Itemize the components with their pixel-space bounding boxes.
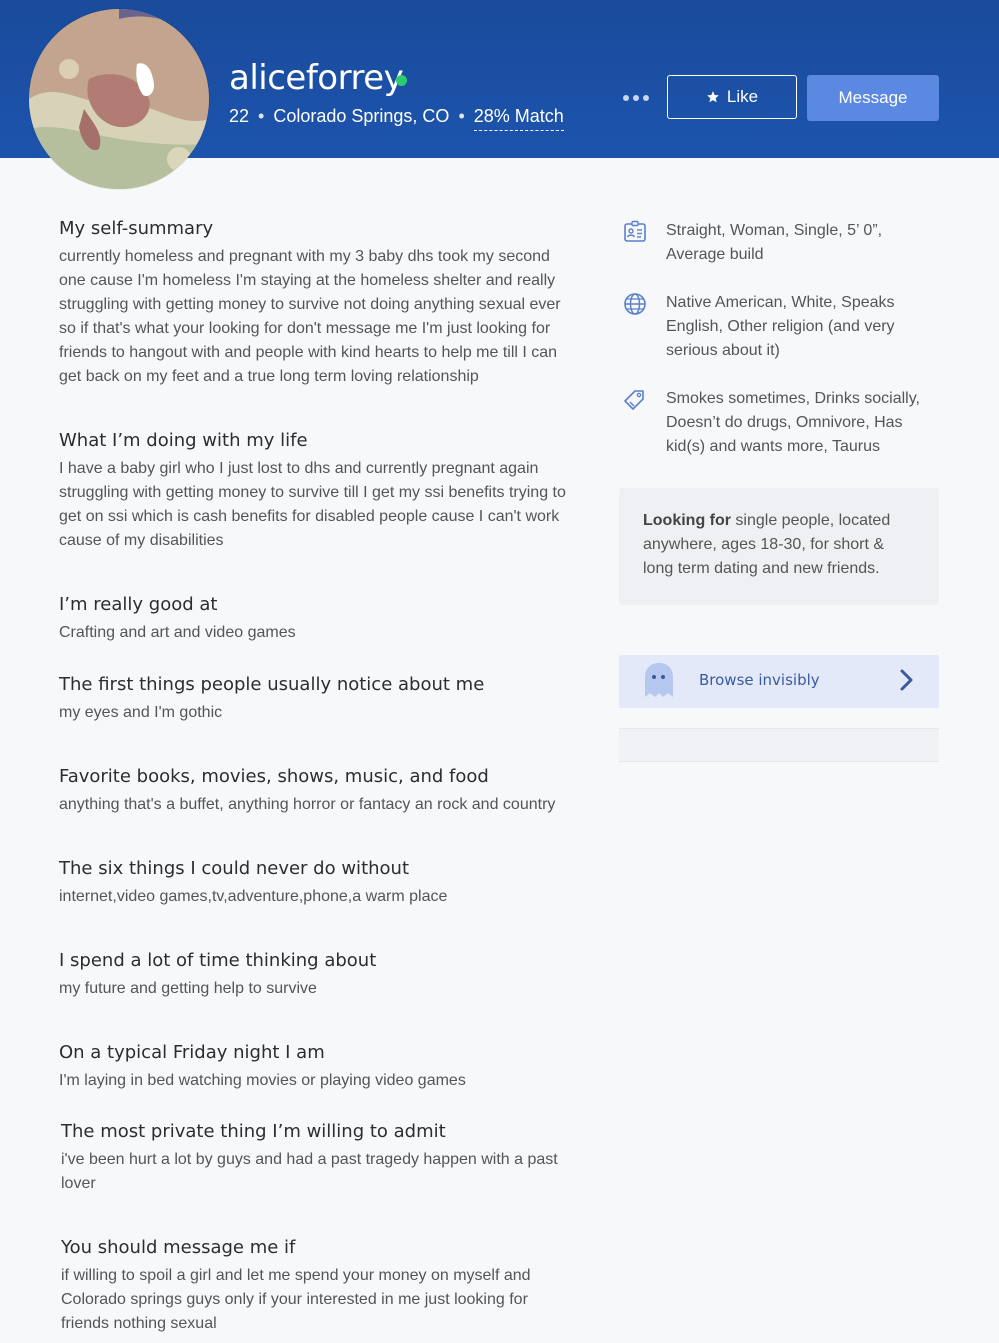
essay-body: I'm laying in bed watching movies or pla… — [59, 1072, 466, 1089]
details-lifestyle-text: Smokes sometimes, Drinks socially, Doesn… — [666, 390, 920, 455]
browse-invisibly-label: Browse invisibly — [699, 671, 820, 689]
details-background-text: Native American, White, Speaks English, … — [666, 294, 895, 359]
profile-age: 22 — [229, 106, 250, 126]
essay-friday-night: On a typical Friday night I am I'm layin… — [59, 1041, 579, 1093]
profile-username: aliceforrey — [229, 58, 404, 98]
browse-invisibly-button[interactable]: Browse invisibly — [619, 655, 939, 708]
essay-body: anything that's a buffet, anything horro… — [59, 796, 556, 813]
essay-private-thing: The most private thing I’m willing to ad… — [61, 1120, 571, 1196]
details-basics-text: Straight, Woman, Single, 5’ 0”, Average … — [666, 222, 883, 263]
meta-separator: • — [458, 106, 465, 126]
essay-body: my future and getting help to survive — [59, 980, 317, 997]
more-options-button[interactable] — [620, 86, 652, 110]
essay-title: You should message me if — [61, 1237, 296, 1258]
looking-for-box: Looking for single people, located anywh… — [619, 488, 939, 605]
like-button-label: Like — [726, 87, 759, 106]
essay-title: On a typical Friday night I am — [59, 1042, 325, 1063]
ghost-icon — [645, 663, 673, 697]
essay-body: internet,video games,tv,adventure,phone,… — [59, 888, 448, 905]
profile-meta: 22 • Colorado Springs, CO • 28% Match — [229, 104, 564, 131]
details-lifestyle: Smokes sometimes, Drinks socially, Doesn… — [622, 387, 932, 459]
essay-self-summary: My self-summary currently homeless and p… — [59, 217, 579, 389]
profile-location: Colorado Springs, CO — [273, 106, 450, 126]
details-basics: Straight, Woman, Single, 5’ 0”, Average … — [622, 219, 932, 267]
essay-title: My self-summary — [59, 218, 214, 239]
essay-favorites: Favorite books, movies, shows, music, an… — [59, 765, 579, 817]
online-status-indicator — [396, 75, 407, 86]
essay-title: Favorite books, movies, shows, music, an… — [59, 766, 489, 787]
essay-thinking-about: I spend a lot of time thinking about my … — [59, 949, 579, 1001]
match-percentage[interactable]: 28% Match — [473, 106, 564, 131]
details-background: Native American, White, Speaks English, … — [622, 291, 932, 363]
message-button[interactable]: Message — [807, 75, 939, 121]
dot-icon — [623, 95, 629, 101]
globe-icon — [624, 293, 646, 315]
looking-for-label: Looking for — [643, 512, 731, 529]
essay-body: if willing to spoil a girl and let me sp… — [61, 1267, 531, 1332]
like-button[interactable]: Like — [667, 75, 797, 119]
essay-body: currently homeless and pregnant with my … — [59, 248, 561, 385]
essay-good-at: I’m really good at Crafting and art and … — [59, 593, 579, 645]
chevron-right-icon — [900, 669, 913, 691]
dot-icon — [643, 95, 649, 101]
essay-body: Crafting and art and video games — [59, 624, 296, 641]
essay-title: The first things people usually notice a… — [59, 674, 485, 695]
essay-title: The six things I could never do without — [59, 858, 410, 879]
tag-icon — [624, 390, 644, 410]
star-icon — [707, 91, 719, 103]
essay-first-things: The first things people usually notice a… — [59, 673, 579, 725]
empty-card-placeholder — [619, 728, 939, 762]
essay-doing-with-life: What I’m doing with my life I have a bab… — [59, 429, 579, 553]
essay-body: i've been hurt a lot by guys and had a p… — [61, 1151, 558, 1192]
id-card-icon — [624, 220, 646, 242]
dot-icon — [633, 95, 639, 101]
essay-body: my eyes and I'm gothic — [59, 704, 223, 721]
meta-separator: • — [258, 106, 265, 126]
essay-title: I’m really good at — [59, 594, 218, 615]
essay-title: The most private thing I’m willing to ad… — [61, 1121, 446, 1142]
essay-title: What I’m doing with my life — [59, 430, 308, 451]
profile-avatar[interactable] — [29, 9, 209, 189]
essay-message-me-if: You should message me if if willing to s… — [61, 1236, 551, 1336]
message-button-label: Message — [838, 88, 908, 107]
essay-six-things: The six things I could never do without … — [59, 857, 579, 909]
essay-body: I have a baby girl who I just lost to dh… — [59, 460, 566, 549]
essay-title: I spend a lot of time thinking about — [59, 950, 377, 971]
